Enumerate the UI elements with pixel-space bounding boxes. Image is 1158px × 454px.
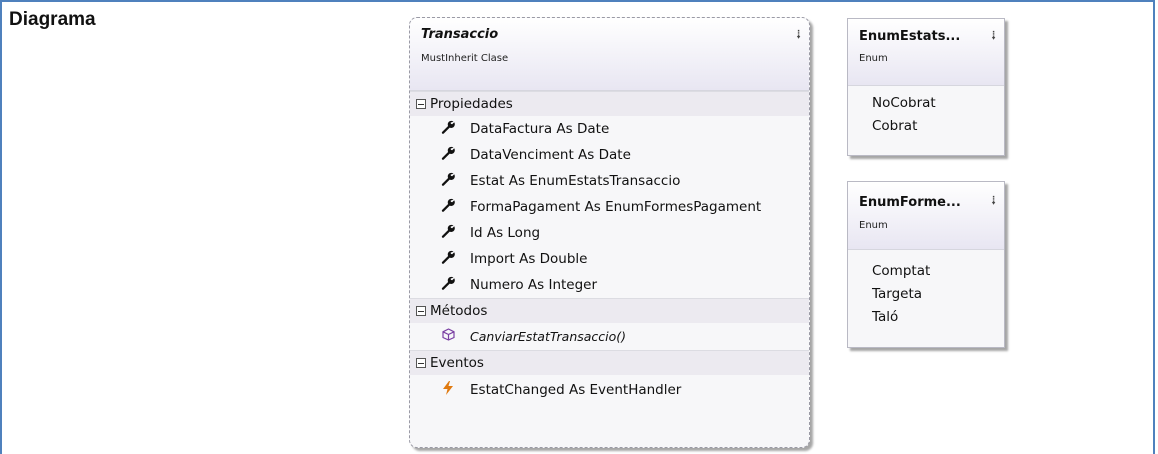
section-events[interactable]: Eventos bbox=[410, 350, 809, 375]
property-label: Import As Double bbox=[470, 251, 588, 267]
wrench-icon bbox=[440, 146, 456, 164]
section-methods[interactable]: Métodos bbox=[410, 298, 809, 323]
class-header[interactable]: Transaccio MustInherit Clase ⭭ bbox=[410, 18, 809, 91]
enum-kind: Enum bbox=[859, 53, 888, 64]
class-stereotype: MustInherit Clase bbox=[421, 53, 509, 64]
enum-value: Targeta bbox=[872, 286, 923, 302]
property-row[interactable]: Id As Long bbox=[410, 220, 809, 246]
wrench-icon bbox=[440, 120, 456, 138]
enum-value: Cobrat bbox=[872, 118, 918, 134]
enum-header[interactable]: EnumEstats... Enum ⭭ bbox=[848, 19, 1004, 86]
double-chevron-up-icon[interactable]: ⭭ bbox=[796, 28, 801, 42]
section-label: Propiedades bbox=[430, 96, 513, 112]
lightning-icon bbox=[440, 381, 456, 399]
property-row[interactable]: DataVenciment As Date bbox=[410, 142, 809, 168]
property-label: Numero As Integer bbox=[470, 277, 598, 293]
wrench-icon bbox=[440, 224, 456, 242]
enum-shape-estats[interactable]: EnumEstats... Enum ⭭ NoCobrat Cobrat bbox=[847, 18, 1005, 156]
property-row[interactable]: DataFactura As Date bbox=[410, 116, 809, 142]
section-label: Eventos bbox=[430, 355, 484, 371]
property-label: Id As Long bbox=[470, 225, 541, 241]
class-shape-transaccio[interactable]: Transaccio MustInherit Clase ⭭ Propiedad… bbox=[409, 17, 810, 448]
enum-values: Comptat Targeta Taló bbox=[848, 250, 1004, 329]
property-row[interactable]: Import As Double bbox=[410, 246, 809, 272]
method-label: CanviarEstatTransaccio() bbox=[470, 329, 627, 344]
enum-kind: Enum bbox=[859, 220, 888, 231]
class-title: Transaccio bbox=[421, 27, 499, 42]
enum-header[interactable]: EnumForme... Enum ⭭ bbox=[848, 182, 1004, 250]
enum-value: Taló bbox=[872, 309, 899, 325]
wrench-icon bbox=[440, 250, 456, 268]
property-label: Estat As EnumEstatsTransaccio bbox=[470, 173, 681, 189]
method-row[interactable]: CanviarEstatTransaccio() bbox=[410, 323, 809, 350]
section-label: Métodos bbox=[430, 303, 488, 319]
enum-value: NoCobrat bbox=[872, 95, 936, 111]
wrench-icon bbox=[440, 172, 456, 190]
enum-title: EnumForme... bbox=[859, 195, 961, 210]
event-label: EstatChanged As EventHandler bbox=[470, 382, 682, 398]
property-label: FormaPagament As EnumFormesPagament bbox=[470, 199, 762, 215]
property-row[interactable]: Estat As EnumEstatsTransaccio bbox=[410, 168, 809, 194]
property-label: DataFactura As Date bbox=[470, 121, 610, 137]
event-row[interactable]: EstatChanged As EventHandler bbox=[410, 375, 809, 405]
cube-icon bbox=[440, 328, 456, 345]
properties-list: DataFactura As Date DataVenciment As Date… bbox=[410, 116, 809, 298]
wrench-icon bbox=[440, 276, 456, 294]
collapse-section-icon[interactable] bbox=[416, 358, 426, 368]
wrench-icon bbox=[440, 198, 456, 216]
enum-shape-formes[interactable]: EnumForme... Enum ⭭ Comptat Targeta Taló bbox=[847, 181, 1005, 348]
enum-values: NoCobrat Cobrat bbox=[848, 86, 1004, 138]
property-row[interactable]: Numero As Integer bbox=[410, 272, 809, 298]
property-row[interactable]: FormaPagament As EnumFormesPagament bbox=[410, 194, 809, 220]
enum-title: EnumEstats... bbox=[859, 29, 961, 44]
collapse-section-icon[interactable] bbox=[416, 99, 426, 109]
section-properties[interactable]: Propiedades bbox=[410, 91, 809, 116]
collapse-section-icon[interactable] bbox=[416, 306, 426, 316]
double-chevron-up-icon[interactable]: ⭭ bbox=[991, 194, 996, 208]
page-heading: Diagrama bbox=[9, 9, 96, 30]
double-chevron-up-icon[interactable]: ⭭ bbox=[991, 29, 996, 43]
enum-value: Comptat bbox=[872, 263, 931, 279]
property-label: DataVenciment As Date bbox=[470, 147, 631, 163]
